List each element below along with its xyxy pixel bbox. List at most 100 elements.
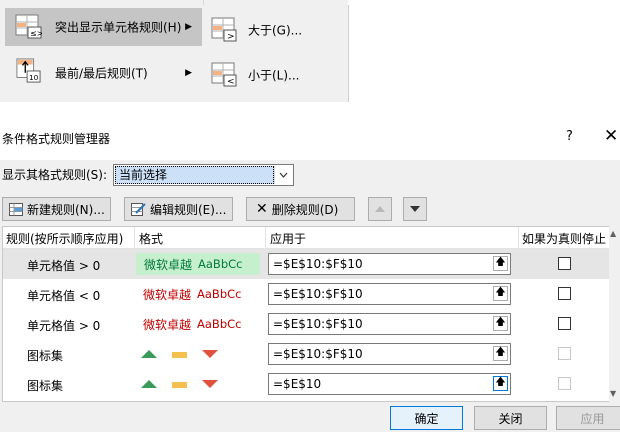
applies-to-value: =$E$10:$F$10 bbox=[273, 347, 363, 361]
grid-header: 规则(按所示顺序应用) 格式 应用于 如果为真则停止 bbox=[3, 227, 609, 249]
stop-if-true-checkbox[interactable] bbox=[558, 317, 571, 330]
menu-item-highlight-cells-rules[interactable]: ≤> 突出显示单元格规则(H) ▶ bbox=[5, 8, 202, 46]
menu-item-label: 最前/最后规则(T) bbox=[55, 66, 148, 81]
format-preview: 微软卓越 AaBbCc bbox=[136, 313, 260, 335]
stop-if-true-checkbox[interactable] bbox=[558, 287, 571, 300]
move-down-button[interactable] bbox=[403, 197, 427, 221]
svg-text:<: < bbox=[227, 77, 235, 87]
triangle-down-icon bbox=[202, 380, 218, 388]
new-rule-icon bbox=[9, 202, 23, 216]
table-row[interactable]: 单元格值 > 0 微软卓越 AaBbCc =$E$10:$F$10 🡅 bbox=[3, 309, 609, 339]
applies-to-field[interactable]: =$E$10:$F$10 🡅 bbox=[268, 343, 511, 365]
show-rules-label: 显示其格式规则(S): bbox=[2, 168, 108, 182]
svg-text:10: 10 bbox=[29, 73, 39, 82]
column-header-rule: 规则(按所示顺序应用) bbox=[6, 232, 124, 246]
close-icon[interactable]: ✕ bbox=[604, 126, 618, 146]
applies-to-field[interactable]: =$E$10:$F$10 🡅 bbox=[268, 313, 511, 335]
applies-to-field[interactable]: =$E$10 🡅 bbox=[268, 373, 511, 395]
rule-name: 图标集 bbox=[27, 379, 64, 393]
rule-name: 单元格值 > 0 bbox=[27, 319, 101, 333]
rules-grid: 规则(按所示顺序应用) 格式 应用于 如果为真则停止 单元格值 > 0 微软卓越… bbox=[2, 226, 610, 402]
column-header-stop-if-true: 如果为真则停止 bbox=[522, 232, 607, 246]
scroll-down-icon[interactable]: ▼ bbox=[610, 389, 616, 398]
svg-text:>: > bbox=[227, 32, 235, 42]
menu-item-less-than[interactable]: < 小于(L)... bbox=[203, 56, 347, 94]
rule-name: 图标集 bbox=[27, 349, 64, 363]
new-rule-label: 新建规则(N)... bbox=[27, 202, 105, 217]
icon-set-preview bbox=[141, 380, 218, 388]
rule-name: 单元格值 < 0 bbox=[27, 289, 101, 303]
format-preview: 微软卓越 AaBbCc bbox=[136, 253, 260, 275]
range-picker-icon[interactable]: 🡅 bbox=[493, 316, 508, 331]
highlight-cells-icon: ≤> bbox=[15, 14, 42, 39]
delete-x-icon: ✕ bbox=[256, 201, 268, 217]
table-row[interactable]: 图标集 =$E$10:$F$10 🡅 bbox=[3, 339, 609, 369]
menu-item-top-bottom-rules[interactable]: 10 最前/最后规则(T) ▶ bbox=[5, 54, 202, 92]
table-row[interactable]: 图标集 =$E$10 🡅 bbox=[3, 369, 609, 399]
less-than-icon: < bbox=[211, 62, 237, 87]
applies-to-value: =$E$10 bbox=[273, 377, 322, 391]
triangle-up-icon bbox=[141, 350, 157, 358]
applies-to-field[interactable]: =$E$10:$F$10 🡅 bbox=[268, 253, 511, 275]
move-up-icon bbox=[375, 206, 385, 212]
icon-set-preview bbox=[141, 350, 218, 358]
help-button[interactable]: ? bbox=[566, 129, 573, 144]
highlight-cells-submenu: > 大于(G)... < 小于(L)... bbox=[203, 5, 349, 102]
apply-button[interactable]: 应用 bbox=[556, 406, 620, 430]
preview-sample: AaBbCc bbox=[197, 287, 242, 301]
show-rules-select[interactable]: 当前选择 bbox=[113, 164, 294, 186]
table-row[interactable]: 单元格值 > 0 微软卓越 AaBbCc =$E$10:$F$10 🡅 bbox=[3, 249, 609, 279]
delete-rule-button[interactable]: ✕ 删除规则(D) bbox=[246, 197, 355, 221]
submenu-arrow-icon: ▶ bbox=[185, 68, 192, 78]
chevron-down-icon[interactable] bbox=[274, 166, 292, 184]
grid-scrollbar[interactable]: ▲ ▼ bbox=[609, 226, 620, 402]
range-picker-icon[interactable]: 🡅 bbox=[493, 286, 508, 301]
stop-if-true-checkbox bbox=[558, 347, 571, 360]
close-button[interactable]: 关闭 bbox=[474, 406, 547, 430]
new-rule-button[interactable]: 新建规则(N)... bbox=[2, 197, 111, 221]
dialog-title: 条件格式规则管理器 bbox=[2, 132, 111, 146]
triangle-up-icon bbox=[141, 380, 157, 388]
move-down-icon bbox=[410, 206, 420, 212]
triangle-down-icon bbox=[202, 350, 218, 358]
menu-item-label: 小于(L)... bbox=[248, 68, 300, 83]
dash-icon bbox=[172, 352, 187, 358]
applies-to-value: =$E$10:$F$10 bbox=[273, 257, 363, 271]
stop-if-true-checkbox[interactable] bbox=[558, 257, 571, 270]
table-row[interactable]: 单元格值 < 0 微软卓越 AaBbCc =$E$10:$F$10 🡅 bbox=[3, 279, 609, 309]
conditional-format-menu: ≤> 突出显示单元格规则(H) ▶ 10 最前/最后规则(T) ▶ bbox=[0, 0, 204, 102]
dash-icon bbox=[172, 382, 187, 388]
apply-label: 应用 bbox=[580, 411, 605, 426]
greater-than-icon: > bbox=[211, 17, 237, 42]
column-header-format: 格式 bbox=[139, 232, 164, 246]
preview-sample: AaBbCc bbox=[197, 317, 242, 331]
applies-to-field[interactable]: =$E$10:$F$10 🡅 bbox=[268, 283, 511, 305]
edit-rule-icon bbox=[131, 203, 146, 216]
preview-text: 微软卓越 bbox=[143, 317, 192, 332]
scroll-up-icon[interactable]: ▲ bbox=[610, 229, 616, 238]
applies-to-value: =$E$10:$F$10 bbox=[273, 287, 363, 301]
preview-text: 微软卓越 bbox=[144, 257, 193, 272]
preview-sample: AaBbCc bbox=[198, 257, 243, 271]
delete-rule-label: 删除规则(D) bbox=[271, 202, 339, 217]
ok-label: 确定 bbox=[414, 411, 439, 426]
ok-button[interactable]: 确定 bbox=[390, 406, 463, 430]
close-label: 关闭 bbox=[498, 411, 523, 426]
move-up-button[interactable] bbox=[368, 197, 392, 221]
menu-item-greater-than[interactable]: > 大于(G)... bbox=[203, 11, 347, 49]
rule-name: 单元格值 > 0 bbox=[27, 259, 101, 273]
show-rules-value: 当前选择 bbox=[115, 166, 274, 184]
menu-item-label: 突出显示单元格规则(H) bbox=[55, 20, 182, 35]
edit-rule-button[interactable]: 编辑规则(E)... bbox=[124, 197, 233, 221]
preview-text: 微软卓越 bbox=[143, 287, 192, 302]
column-header-applies-to: 应用于 bbox=[270, 232, 307, 246]
menu-item-label: 大于(G)... bbox=[248, 23, 303, 38]
range-picker-icon[interactable]: 🡅 bbox=[493, 346, 508, 361]
svg-text:≤>: ≤> bbox=[30, 29, 42, 38]
range-picker-icon[interactable]: 🡅 bbox=[493, 376, 508, 391]
range-picker-icon[interactable]: 🡅 bbox=[493, 256, 508, 271]
stop-if-true-checkbox bbox=[558, 377, 571, 390]
edit-rule-label: 编辑规则(E)... bbox=[150, 202, 227, 217]
format-preview: 微软卓越 AaBbCc bbox=[136, 283, 260, 305]
submenu-arrow-icon: ▶ bbox=[185, 22, 192, 32]
